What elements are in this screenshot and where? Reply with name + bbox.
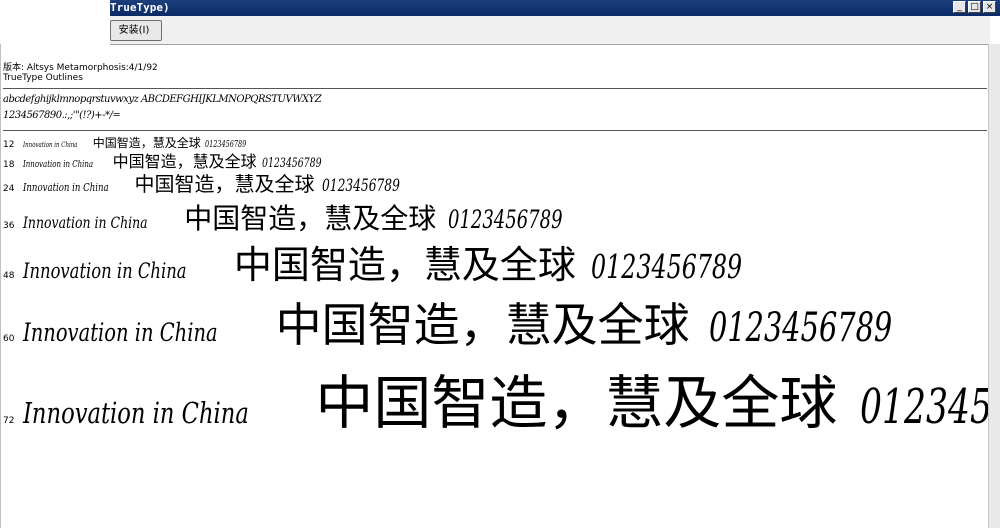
- sample-row-60: 60 Innovation in China 中国智造，慧及全球 0123456…: [3, 286, 963, 356]
- sample-text: Innovation in China 中国智造，慧及全球 0123456789: [23, 196, 607, 237]
- sample-digits: 0123456789: [322, 176, 400, 196]
- sample-text: Innovation in China 中国智造，慧及全球 0123456789: [23, 286, 963, 356]
- sample-cjk: 中国智造，慧及全球: [184, 202, 437, 235]
- font-version: 版本: Altsys Metamorphosis:4/1/92: [3, 63, 158, 73]
- font-preview-pane: 版本: Altsys Metamorphosis:4/1/92 TrueType…: [0, 44, 988, 528]
- sample-digits: 0123456789: [860, 379, 988, 435]
- size-label: 36: [3, 221, 15, 231]
- install-button[interactable]: 安装(I): [110, 20, 162, 41]
- vertical-scrollbar[interactable]: [988, 44, 1000, 528]
- sample-text: Innovation in China 中国智造，慧及全球 0123456789: [23, 234, 801, 290]
- size-label: 24: [3, 184, 15, 194]
- charset-symbols: 1234567890.:,;'"(!?)+-*/=: [3, 110, 121, 121]
- sample-cjk: 中国智造，慧及全球: [134, 172, 315, 196]
- sample-latin: Innovation in China: [23, 396, 249, 430]
- sample-digits: 0123456789: [447, 205, 563, 234]
- font-outline-type: TrueType Outlines: [3, 73, 83, 83]
- sample-cjk: 中国智造，慧及全球: [233, 243, 576, 287]
- sample-text: Innovation in China 中国智造，慧及全球 0123456789: [23, 168, 430, 197]
- close-icon[interactable]: ×: [983, 1, 996, 13]
- charset-letters: abcdefghijklmnopqrstuvwxyz ABCDEFGHIJKLM…: [3, 94, 322, 105]
- window-title: TrueType): [110, 1, 170, 14]
- sample-latin: Innovation in China: [23, 213, 148, 232]
- sample-digits: 0123456789: [591, 247, 743, 286]
- size-label: 60: [3, 334, 15, 344]
- divider: [3, 88, 987, 89]
- minimize-icon[interactable]: _: [953, 1, 966, 13]
- sample-latin: Innovation in China: [23, 318, 218, 347]
- sample-cjk: 中国智造，慧及全球: [315, 369, 838, 437]
- sample-digits: 0123456789: [708, 305, 892, 351]
- sample-row-48: 48 Innovation in China 中国智造，慧及全球 0123456…: [3, 234, 801, 290]
- title-bar[interactable]: TrueType) _ □ ×: [110, 0, 1000, 16]
- sample-latin: Innovation in China: [23, 259, 187, 283]
- maximize-icon[interactable]: □: [968, 1, 981, 13]
- sample-row-24: 24 Innovation in China 中国智造，慧及全球 0123456…: [3, 168, 430, 197]
- size-label: 48: [3, 271, 15, 281]
- sample-row-72: 72 Innovation in China 中国智造，慧及全球 0123456…: [3, 356, 988, 440]
- sample-text: Innovation in China 中国智造，慧及全球 0123456789: [23, 356, 988, 440]
- sample-cjk: 中国智造，慧及全球: [275, 298, 690, 352]
- sample-row-36: 36 Innovation in China 中国智造，慧及全球 0123456…: [3, 196, 607, 237]
- toolbar: 安装(I): [110, 16, 990, 45]
- size-label: 72: [3, 416, 15, 426]
- divider: [3, 130, 987, 131]
- sample-latin: Innovation in China: [23, 181, 109, 194]
- window-controls: _ □ ×: [953, 1, 996, 13]
